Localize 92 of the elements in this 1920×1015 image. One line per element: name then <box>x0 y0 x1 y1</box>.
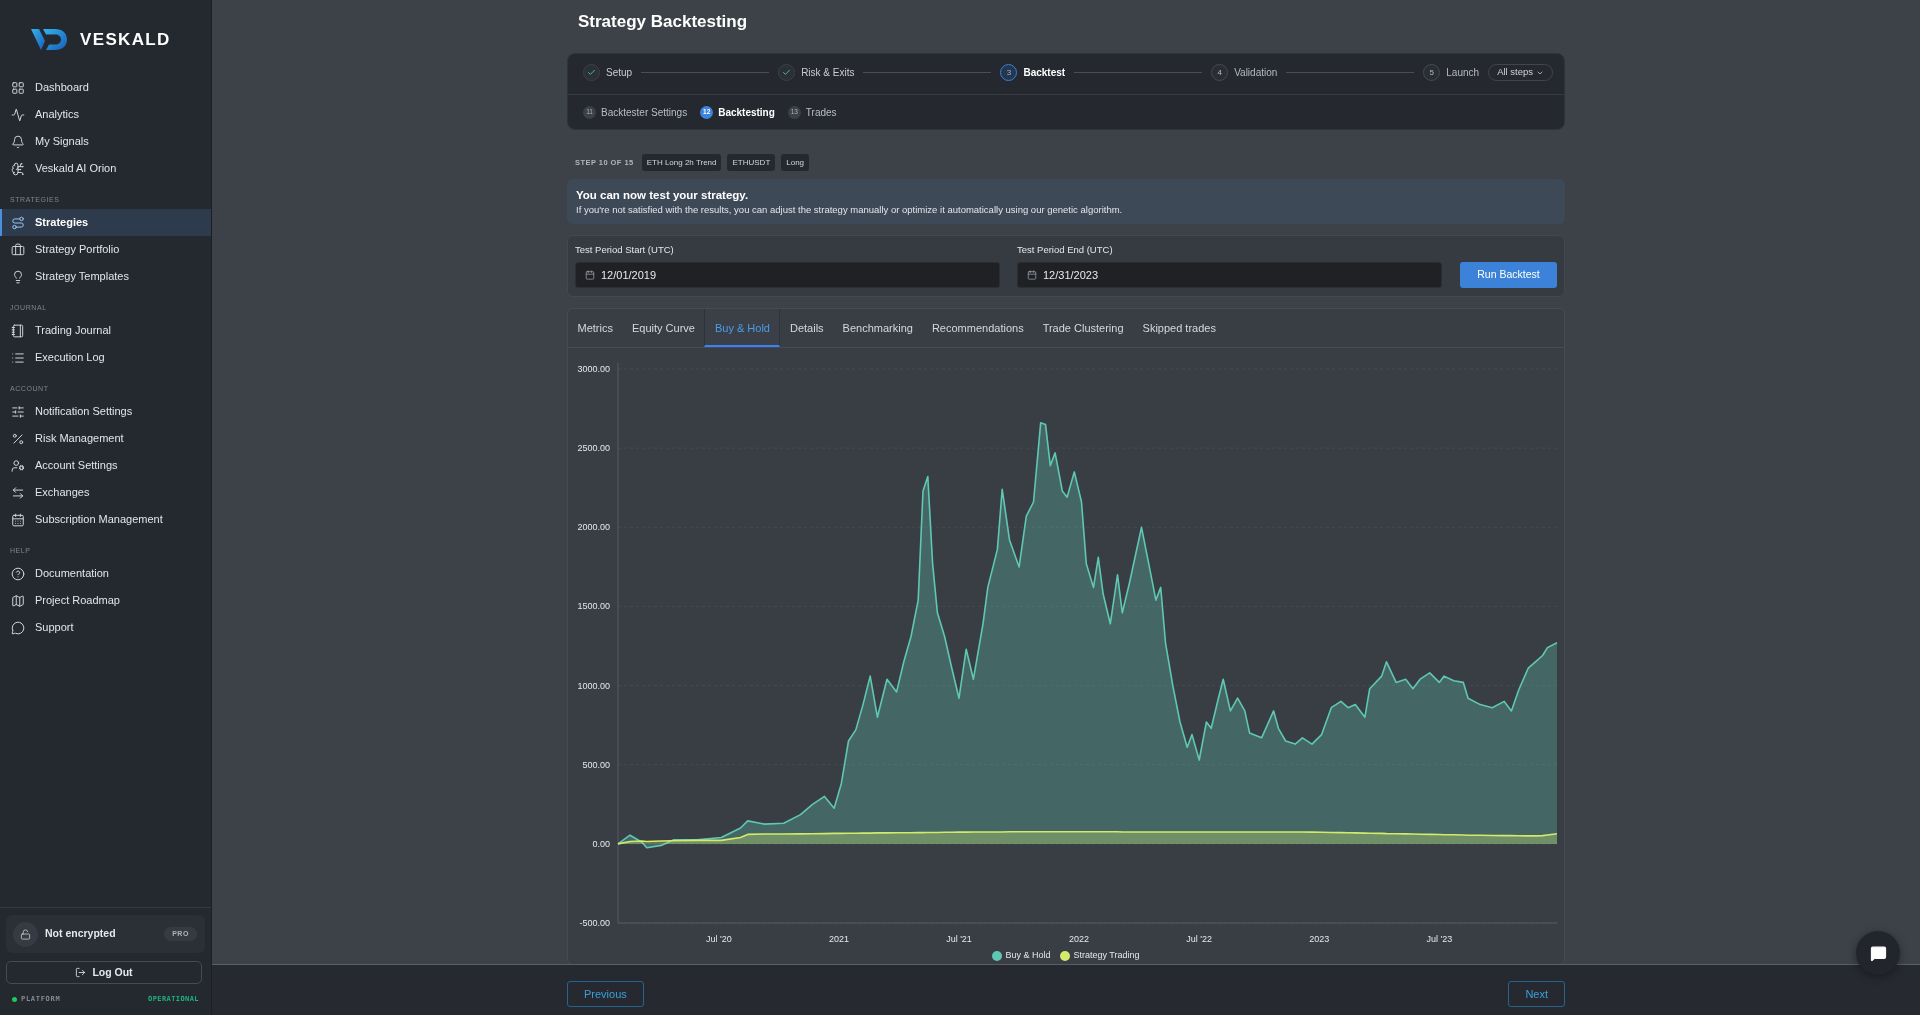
y-axis-label: 500.00 <box>582 759 610 770</box>
y-axis-label: 1500.00 <box>577 601 610 612</box>
logout-icon <box>75 967 87 978</box>
nav-item[interactable]: Subscription Management <box>0 506 211 533</box>
sliders-icon <box>11 404 25 419</box>
y-axis-label: 1000.00 <box>577 680 610 691</box>
brand-name: VESKALD <box>80 29 171 51</box>
results-tab[interactable]: Benchmarking <box>833 309 923 347</box>
strategy-tag: ETH Long 2h Trend <box>641 154 722 171</box>
x-axis-label: 2021 <box>828 934 849 944</box>
chat-button[interactable] <box>1856 931 1900 975</box>
y-axis-label: -500.00 <box>579 918 610 928</box>
y-axis-label: 3000.00 <box>577 364 610 374</box>
x-axis-label: 2022 <box>1069 934 1090 944</box>
nav-item[interactable]: My Signals <box>0 128 211 155</box>
y-axis-label: 0.00 <box>592 838 610 849</box>
chat-bubble-icon <box>11 620 25 635</box>
step-number: 5 <box>1423 64 1441 81</box>
next-button[interactable]: Next <box>1508 981 1565 1007</box>
help-icon <box>11 566 25 581</box>
results-tab[interactable]: Skipped trades <box>1133 309 1226 347</box>
nav-item[interactable]: Analytics <box>0 101 211 128</box>
nav-item[interactable]: Execution Log <box>0 344 211 371</box>
chat-bubble-icon <box>1869 944 1887 962</box>
step-number: 3 <box>1000 64 1018 81</box>
logo-icon <box>31 28 67 51</box>
x-axis-label: Jul '21 <box>946 934 972 944</box>
results-tab[interactable]: Metrics <box>568 309 623 347</box>
nav-item[interactable]: Dashboard <box>0 74 211 101</box>
nav-item[interactable]: Risk Management <box>0 425 211 452</box>
map-icon <box>11 593 25 608</box>
lightbulb-icon <box>11 269 25 284</box>
y-axis-label: 2000.00 <box>577 522 610 533</box>
notebook-icon <box>11 323 25 338</box>
bell-icon <box>11 134 25 149</box>
page-title: Strategy Backtesting <box>577 11 749 33</box>
calendar-icon <box>1027 270 1037 280</box>
nav-item[interactable]: Strategies <box>0 209 211 236</box>
pulse-icon <box>11 107 25 122</box>
nav-item[interactable]: Notification Settings <box>0 398 211 425</box>
x-axis-label: Jul '22 <box>1186 934 1213 944</box>
user-gear-icon <box>11 458 25 473</box>
nav-item[interactable]: Strategy Portfolio <box>0 236 211 263</box>
encryption-status: Not encrypted <box>45 926 116 942</box>
x-axis-label: Jul '20 <box>706 934 732 944</box>
strategy-tag: ETHUSDT <box>727 154 776 171</box>
arrows-icon <box>11 485 25 500</box>
legend-label: Strategy Trading <box>1073 949 1140 963</box>
step-tab[interactable]: Setup <box>583 64 633 81</box>
step-tab[interactable]: 3 Backtest <box>1000 64 1066 81</box>
nav-item[interactable]: Documentation <box>0 560 211 587</box>
grid-icon <box>11 80 25 95</box>
date-field[interactable]: 12/01/2019 <box>575 262 1000 288</box>
field-label: Test Period End (UTC) <box>1017 243 1114 257</box>
logout-button[interactable]: Log Out <box>6 961 202 984</box>
brain-icon <box>11 161 25 176</box>
calendar-icon <box>11 512 25 527</box>
strategy-tag: Long <box>781 154 810 171</box>
check-icon <box>778 64 796 81</box>
percent-icon <box>11 431 25 446</box>
nav-item[interactable]: Project Roadmap <box>0 587 211 614</box>
run-backtest-button[interactable]: Run Backtest <box>1460 262 1557 288</box>
results-tab[interactable]: Trade Clustering <box>1033 309 1134 347</box>
nav-item[interactable]: Trading Journal <box>0 317 211 344</box>
step-tab[interactable]: 4 Validation <box>1211 64 1278 81</box>
nav-item[interactable]: Support <box>0 614 211 641</box>
results-tab[interactable]: Equity Curve <box>622 309 705 347</box>
route-icon <box>11 215 25 230</box>
x-axis-label: Jul '23 <box>1426 934 1453 944</box>
field-label: Test Period Start (UTC) <box>575 243 675 257</box>
banner-title: You can now test your strategy. <box>576 188 750 203</box>
list-icon <box>11 350 25 365</box>
date-field[interactable]: 12/31/2023 <box>1017 262 1442 288</box>
y-axis-label: 2500.00 <box>577 443 610 454</box>
banner-text: If you're not satisfied with the results, you can adjust the strategy manually or optimize it automatically using our genetic algorithm. <box>576 203 1124 216</box>
step-number: 4 <box>1211 64 1229 81</box>
nav-item[interactable]: Account Settings <box>0 452 211 479</box>
step-tab[interactable]: 5 Launch <box>1423 64 1480 81</box>
results-tab[interactable]: Details <box>780 309 834 347</box>
nav-item[interactable]: Veskald AI Orion <box>0 155 211 182</box>
results-tab[interactable]: Recommendations <box>922 309 1034 347</box>
nav-item[interactable]: Exchanges <box>0 479 211 506</box>
previous-button[interactable]: Previous <box>567 981 644 1007</box>
x-axis-label: 2023 <box>1309 934 1330 944</box>
legend-label: Buy & Hold <box>1005 949 1051 963</box>
check-icon <box>583 64 600 81</box>
lock-icon <box>13 921 38 947</box>
calendar-icon <box>585 270 595 280</box>
results-tab[interactable]: Buy & Hold <box>704 309 781 347</box>
nav-item[interactable]: Strategy Templates <box>0 263 211 290</box>
step-tab[interactable]: Risk & Exits <box>778 64 855 81</box>
briefcase-icon <box>11 242 25 257</box>
